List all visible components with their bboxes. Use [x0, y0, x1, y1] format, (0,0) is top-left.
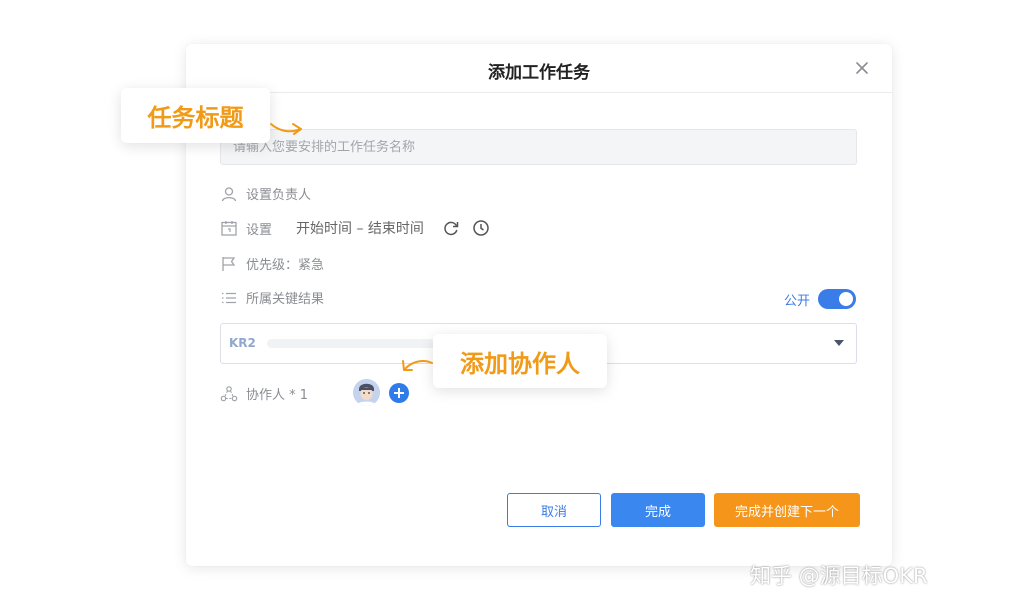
kr-name-redacted [267, 339, 457, 348]
public-label: 公开 [783, 293, 810, 309]
header-divider [186, 92, 892, 93]
key-result-row: 所属关键结果 [220, 288, 324, 307]
assignee-label: 设置负责人 [246, 188, 312, 203]
public-setting: 公开 [784, 289, 856, 309]
user-icon [220, 185, 238, 203]
flag-icon [220, 255, 238, 273]
avatar[interactable] [353, 379, 380, 406]
time-range-picker[interactable]: 开始时间 – 结束时间 [296, 218, 424, 238]
schedule-row: 设置 开始时间 – 结束时间 [220, 218, 490, 238]
collaborators-icon [220, 385, 238, 403]
add-collaborator-button[interactable] [389, 383, 409, 403]
collaborator-row: 协作人 * 1 [220, 384, 308, 403]
assignee-row[interactable]: 设置负责人 [220, 184, 311, 203]
add-collaborator-callout: 添加协作人 [433, 334, 607, 388]
dialog-title: 添加工作任务 [488, 63, 590, 83]
done-and-create-next-button[interactable]: 完成并创建下一个 [714, 493, 860, 527]
close-icon[interactable] [854, 60, 870, 76]
priority-label: 优先级：紧急 [246, 258, 325, 273]
arrow-icon [402, 360, 433, 371]
repeat-icon[interactable] [442, 219, 460, 237]
list-icon [220, 289, 238, 307]
task-title-callout: 任务标题 [121, 88, 270, 143]
calendar-icon [220, 219, 238, 237]
cancel-button[interactable]: 取消 [507, 493, 601, 527]
clock-icon[interactable] [472, 219, 490, 237]
collaborator-label: 协作人 * 1 [246, 388, 309, 403]
public-toggle[interactable] [818, 289, 856, 309]
arrow-icon [270, 123, 302, 135]
chevron-down-icon [834, 340, 844, 346]
priority-row[interactable]: 优先级：紧急 [220, 254, 324, 273]
task-title-input[interactable] [220, 129, 857, 165]
kr-tag: KR2 [229, 336, 256, 350]
done-button[interactable]: 完成 [611, 493, 705, 527]
key-result-label: 所属关键结果 [246, 292, 325, 307]
watermark: 知乎 @源目标OKR [750, 564, 928, 588]
schedule-label: 设置 [246, 222, 273, 238]
